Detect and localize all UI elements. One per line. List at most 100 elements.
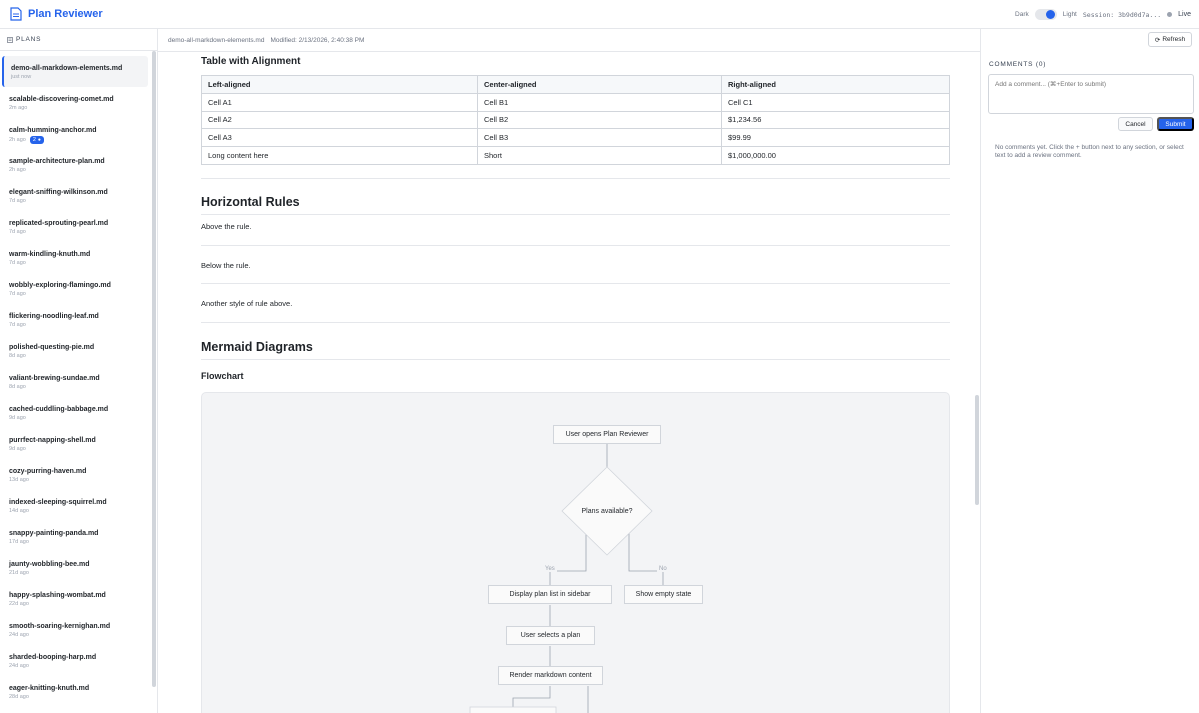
plan-time: 13d ago	[9, 477, 150, 483]
plan-name: cozy-purring-haven.md	[9, 468, 87, 475]
plan-time: 9d ago	[9, 415, 150, 421]
plan-time: 7d ago	[9, 229, 150, 235]
plan-time-label: 24d ago	[9, 632, 29, 638]
table-cell: Cell A2	[201, 110, 478, 130]
horizontal-rules-heading: Horizontal Rules	[201, 195, 950, 215]
plan-list-item[interactable]: snappy-painting-panda.md 17d ago	[0, 521, 150, 552]
table-cell: Long content here	[201, 146, 478, 165]
plan-list: demo-all-markdown-elements.md just now sca…	[0, 56, 150, 707]
node-partial	[469, 706, 557, 713]
table-cell: $99.99	[721, 128, 950, 148]
plan-list-item[interactable]: cozy-purring-haven.md 13d ago	[0, 459, 150, 490]
edge-label-no: No	[657, 566, 669, 572]
plan-name: wobbly-exploring-flamingo.md	[9, 282, 111, 289]
plan-list-item[interactable]: jaunty-wobbling-bee.md 21d ago	[0, 552, 150, 583]
table-cell: Cell A3	[201, 128, 478, 148]
plan-name: sample-architecture-plan.md	[9, 158, 105, 165]
plan-name: eager-knitting-knuth.md	[9, 685, 90, 692]
plan-name: happy-splashing-wombat.md	[9, 592, 106, 599]
plan-time-label: 2h ago	[9, 137, 26, 143]
plan-list-item[interactable]: purrfect-napping-shell.md 9d ago	[0, 428, 150, 459]
plan-name: warm-kindling-knuth.md	[9, 251, 91, 258]
plan-list-item[interactable]: calm-humming-anchor.md 2h ago 2 ●	[0, 118, 150, 149]
plan-time: 7d ago	[9, 291, 150, 297]
flow-node-decision: Plans available?	[581, 507, 633, 515]
toggle-knob	[1045, 10, 1055, 19]
plan-list-item[interactable]: warm-kindling-knuth.md 7d ago	[0, 242, 150, 273]
document-scrollbar[interactable]	[975, 395, 979, 505]
plan-name: polished-questing-pie.md	[9, 344, 95, 351]
cancel-button[interactable]: Cancel	[1118, 117, 1153, 131]
live-status: Live	[1178, 11, 1191, 18]
alignment-table: Left-aligned Center-aligned Right-aligne…	[201, 75, 950, 165]
plans-sidebar: PLANS demo-all-markdown-elements.md just …	[0, 29, 158, 713]
plan-time-label: 17d ago	[9, 539, 29, 545]
plan-list-item[interactable]: sharded-booping-harp.md 24d ago	[0, 645, 150, 676]
document-pane: demo-all-markdown-elements.md Modified: …	[158, 29, 980, 713]
plan-time-label: 24d ago	[9, 663, 29, 669]
plan-time: 28d ago	[9, 694, 150, 700]
badge-count: 2	[32, 137, 36, 143]
paragraph: Below the rule.	[201, 261, 251, 270]
plan-name: valiant-brewing-sundae.md	[9, 375, 100, 382]
plan-time-label: 7d ago	[9, 229, 26, 235]
plan-time-label: 2m ago	[9, 105, 28, 111]
plan-time: 17d ago	[9, 539, 150, 545]
edge-label-yes: Yes	[543, 566, 557, 572]
plan-time: 7d ago	[9, 260, 150, 266]
theme-toggle[interactable]	[1034, 9, 1057, 20]
plan-name: purrfect-napping-shell.md	[9, 437, 96, 444]
plan-time-label: 8d ago	[9, 384, 26, 390]
table-cell: $1,234.56	[721, 110, 950, 130]
plan-list-item[interactable]: happy-splashing-wombat.md 22d ago	[0, 583, 150, 614]
flowchart-diagram: User opens Plan Reviewer Plans available…	[201, 392, 950, 713]
plan-list-item[interactable]: replicated-sprouting-pearl.md 7d ago	[0, 211, 150, 242]
plan-time: 7d ago	[9, 198, 150, 204]
plan-list-item[interactable]: indexed-sleeping-squirrel.md 14d ago	[0, 490, 150, 521]
submit-button[interactable]: Submit	[1157, 117, 1194, 131]
paragraph: Another style of rule above.	[201, 299, 293, 308]
plan-time-label: 22d ago	[9, 601, 29, 607]
plan-list-item[interactable]: flickering-noodling-leaf.md 7d ago	[0, 304, 150, 335]
plan-list-item[interactable]: demo-all-markdown-elements.md just now	[2, 56, 148, 87]
table-cell: Cell C1	[721, 92, 950, 112]
plan-list-item[interactable]: wobbly-exploring-flamingo.md 7d ago	[0, 273, 150, 304]
sidebar-scrollbar[interactable]	[152, 51, 156, 687]
plan-name: demo-all-markdown-elements.md	[11, 65, 123, 72]
sidebar-header: PLANS	[0, 29, 157, 51]
document-header: demo-all-markdown-elements.md Modified: …	[158, 29, 980, 52]
plan-list-item[interactable]: smooth-soaring-kernighan.md 24d ago	[0, 614, 150, 645]
plan-list-item[interactable]: sample-architecture-plan.md 2h ago	[0, 149, 150, 180]
plan-name: calm-humming-anchor.md	[9, 127, 97, 134]
table-row: Cell A3 Cell B3 $99.99	[201, 128, 950, 148]
plan-list-item[interactable]: eager-knitting-knuth.md 28d ago	[0, 676, 150, 707]
comments-title: COMMENTS (0)	[989, 61, 1047, 68]
plan-list-item[interactable]: elegant-sniffing-wilkinson.md 7d ago	[0, 180, 150, 211]
table-header-cell: Center-aligned	[477, 75, 722, 94]
table-header-cell: Left-aligned	[201, 75, 478, 94]
flow-node-empty: Show empty state	[624, 585, 703, 604]
plan-list-item[interactable]: valiant-brewing-sundae.md 8d ago	[0, 366, 150, 397]
horizontal-rule	[201, 245, 950, 246]
refresh-label: Refresh	[1162, 36, 1186, 43]
plan-time-label: 9d ago	[9, 446, 26, 452]
plan-time: 8d ago	[9, 353, 150, 359]
header-controls: Dark Light Session: 3b9d0d7a... Live	[1015, 0, 1191, 29]
plan-list-item[interactable]: polished-questing-pie.md 8d ago	[0, 335, 150, 366]
sidebar-heading: PLANS	[16, 36, 42, 43]
live-status-icon	[1167, 12, 1173, 17]
plan-list-item[interactable]: cached-cuddling-babbage.md 9d ago	[0, 397, 150, 428]
comment-icon: ●	[37, 137, 41, 143]
table-cell: Cell B3	[477, 128, 722, 148]
table-cell: Short	[477, 146, 722, 165]
divider	[201, 322, 950, 323]
theme-light-label: Light	[1062, 11, 1077, 18]
plan-list-item[interactable]: scalable-discovering-comet.md 2m ago	[0, 87, 150, 118]
comment-input[interactable]	[988, 74, 1194, 114]
theme-dark-label: Dark	[1015, 11, 1029, 18]
plan-time-label: 7d ago	[9, 198, 26, 204]
refresh-button[interactable]: ⟳ Refresh	[1148, 32, 1192, 47]
plan-time: 24d ago	[9, 632, 150, 638]
table-header-row: Left-aligned Center-aligned Right-aligne…	[201, 75, 950, 94]
plan-time: 21d ago	[9, 570, 150, 576]
